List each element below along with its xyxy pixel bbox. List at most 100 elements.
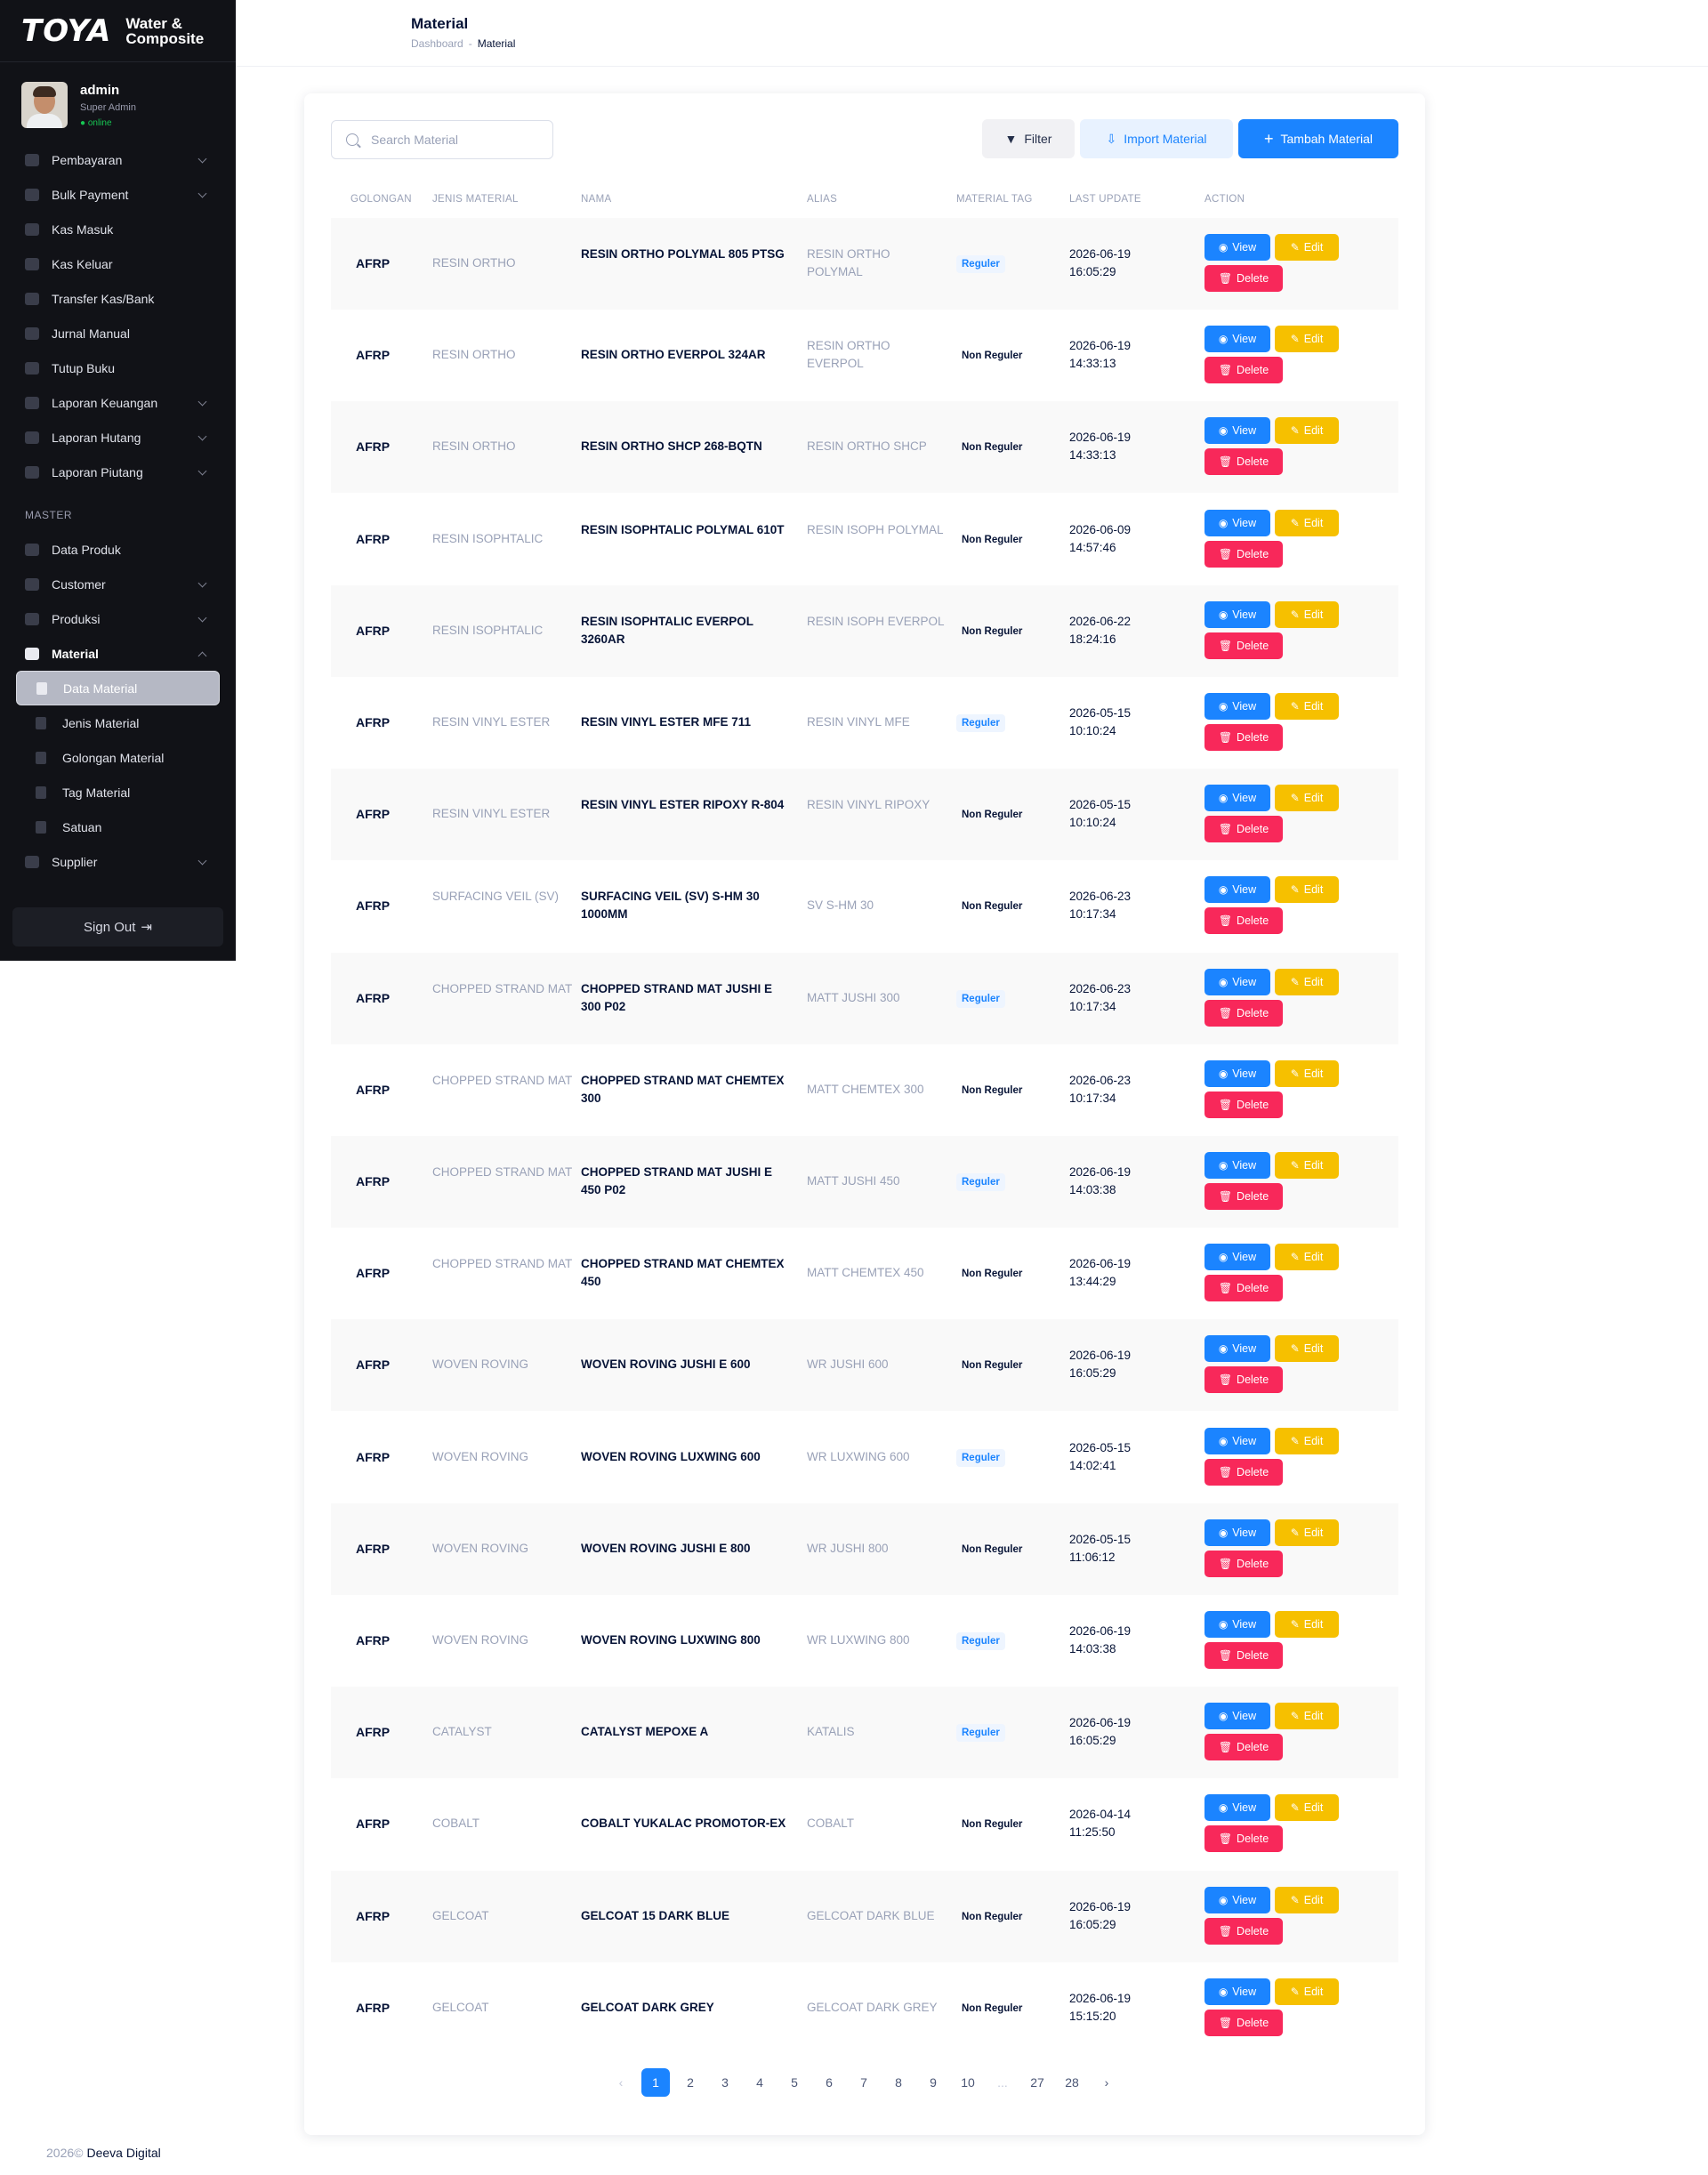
delete-button[interactable]: 🗑 Delete [1204,265,1283,292]
edit-button[interactable]: ✎ Edit [1275,1794,1339,1822]
sidebar-subitem-satuan[interactable]: Satuan [16,810,220,844]
sidebar-item-material[interactable]: Material [12,636,223,671]
add-material-button[interactable]: + Tambah Material [1238,119,1398,158]
search-input[interactable] [371,133,540,147]
sidebar-item-kas-masuk[interactable]: Kas Masuk [12,212,223,246]
sign-out-button[interactable]: Sign Out ⇥ [12,907,223,947]
edit-button[interactable]: ✎ Edit [1275,326,1339,353]
view-button[interactable]: ◉ View [1204,1794,1270,1822]
view-button[interactable]: ◉ View [1204,968,1270,995]
sidebar-subitem-tag-material[interactable]: Tag Material [16,775,220,810]
view-button[interactable]: ◉ View [1204,509,1270,536]
sidebar-subitem-data-material[interactable]: Data Material [16,671,220,705]
sidebar-subitem-jenis-material[interactable]: Jenis Material [16,705,220,740]
col-nama[interactable]: NAMA [581,194,611,205]
sidebar-item-laporan-keuangan[interactable]: Laporan Keuangan [12,385,223,420]
sidebar-subitem-golongan-material[interactable]: Golongan Material [16,740,220,775]
sidebar-item-produksi[interactable]: Produksi [12,601,223,636]
sidebar-item-jurnal-manual[interactable]: Jurnal Manual [12,316,223,350]
pagination-page[interactable]: 9 [919,2068,947,2097]
view-button[interactable]: ◉ View [1204,417,1270,445]
sidebar-item-kas-keluar[interactable]: Kas Keluar [12,246,223,281]
avatar[interactable] [21,82,68,128]
delete-button[interactable]: 🗑 Delete [1204,1091,1283,1118]
edit-button[interactable]: ✎ Edit [1275,785,1339,812]
view-button[interactable]: ◉ View [1204,326,1270,353]
edit-button[interactable]: ✎ Edit [1275,1152,1339,1179]
edit-button[interactable]: ✎ Edit [1275,509,1339,536]
delete-button[interactable]: 🗑 Delete [1204,2009,1283,2036]
delete-button[interactable]: 🗑 Delete [1204,1642,1283,1669]
view-button[interactable]: ◉ View [1204,600,1270,628]
pagination-page[interactable]: 3 [711,2068,739,2097]
pagination-page[interactable]: 7 [850,2068,878,2097]
col-material-tag[interactable]: MATERIAL TAG [956,194,1033,205]
view-button[interactable]: ◉ View [1204,1518,1270,1546]
edit-button[interactable]: ✎ Edit [1275,1244,1339,1271]
delete-button[interactable]: 🗑 Delete [1204,907,1283,935]
edit-button[interactable]: ✎ Edit [1275,417,1339,445]
view-button[interactable]: ◉ View [1204,1152,1270,1179]
pagination-page[interactable]: 4 [745,2068,774,2097]
pagination-page[interactable]: 10 [954,2068,982,2097]
pagination-page[interactable]: 6 [815,2068,843,2097]
view-button[interactable]: ◉ View [1204,876,1270,904]
pagination-page[interactable]: 2 [676,2068,705,2097]
delete-button[interactable]: 🗑 Delete [1204,1825,1283,1853]
delete-button[interactable]: 🗑 Delete [1204,448,1283,476]
delete-button[interactable]: 🗑 Delete [1204,357,1283,384]
view-button[interactable]: ◉ View [1204,1703,1270,1730]
edit-button[interactable]: ✎ Edit [1275,693,1339,720]
view-button[interactable]: ◉ View [1204,234,1270,261]
sidebar-item-supplier[interactable]: Supplier [12,844,223,879]
filter-button[interactable]: ▼ Filter [982,119,1075,158]
delete-button[interactable]: 🗑 Delete [1204,1275,1283,1302]
view-button[interactable]: ◉ View [1204,693,1270,720]
pagination-page[interactable]: 8 [884,2068,913,2097]
view-button[interactable]: ◉ View [1204,785,1270,812]
pagination-page[interactable]: 27 [1023,2068,1051,2097]
breadcrumb-dashboard[interactable]: Dashboard [411,37,463,50]
delete-button[interactable]: 🗑 Delete [1204,632,1283,659]
delete-button[interactable]: 🗑 Delete [1204,1917,1283,1945]
footer-company[interactable]: Deeva Digital [86,2146,160,2160]
view-button[interactable]: ◉ View [1204,1427,1270,1454]
delete-button[interactable]: 🗑 Delete [1204,1734,1283,1761]
sidebar-item-bulk-payment[interactable]: Bulk Payment [12,177,223,212]
view-button[interactable]: ◉ View [1204,1244,1270,1271]
delete-button[interactable]: 🗑 Delete [1204,540,1283,568]
delete-button[interactable]: 🗑 Delete [1204,816,1283,843]
delete-button[interactable]: 🗑 Delete [1204,1458,1283,1486]
edit-button[interactable]: ✎ Edit [1275,1611,1339,1638]
view-button[interactable]: ◉ View [1204,1978,1270,2005]
sidebar-item-laporan-hutang[interactable]: Laporan Hutang [12,420,223,455]
col-last-update[interactable]: LAST UPDATE [1069,194,1141,205]
pagination-next[interactable]: › [1092,2068,1121,2097]
col-jenis-material[interactable]: JENIS MATERIAL [432,194,519,205]
view-button[interactable]: ◉ View [1204,1611,1270,1638]
edit-button[interactable]: ✎ Edit [1275,234,1339,261]
view-button[interactable]: ◉ View [1204,1335,1270,1363]
edit-button[interactable]: ✎ Edit [1275,1335,1339,1363]
sidebar-item-laporan-piutang[interactable]: Laporan Piutang [12,455,223,489]
sidebar-item-tutup-buku[interactable]: Tutup Buku [12,350,223,385]
delete-button[interactable]: 🗑 Delete [1204,1366,1283,1394]
pagination-prev[interactable]: ‹ [607,2068,635,2097]
search-box[interactable] [331,120,553,159]
edit-button[interactable]: ✎ Edit [1275,1518,1339,1546]
edit-button[interactable]: ✎ Edit [1275,600,1339,628]
pagination-page[interactable]: 5 [780,2068,809,2097]
view-button[interactable]: ◉ View [1204,1886,1270,1913]
delete-button[interactable]: 🗑 Delete [1204,999,1283,1027]
edit-button[interactable]: ✎ Edit [1275,1978,1339,2005]
delete-button[interactable]: 🗑 Delete [1204,724,1283,751]
edit-button[interactable]: ✎ Edit [1275,968,1339,995]
sidebar-item-transfer-kas-bank[interactable]: Transfer Kas/Bank [12,281,223,316]
edit-button[interactable]: ✎ Edit [1275,1427,1339,1454]
sidebar-item-pembayaran[interactable]: Pembayaran [12,142,223,177]
import-material-button[interactable]: ⇩ Import Material [1080,119,1233,158]
delete-button[interactable]: 🗑 Delete [1204,1550,1283,1577]
col-golongan[interactable]: GOLONGAN [350,194,412,205]
edit-button[interactable]: ✎ Edit [1275,876,1339,904]
brand[interactable]: TOYA Water & Composite [0,0,236,62]
